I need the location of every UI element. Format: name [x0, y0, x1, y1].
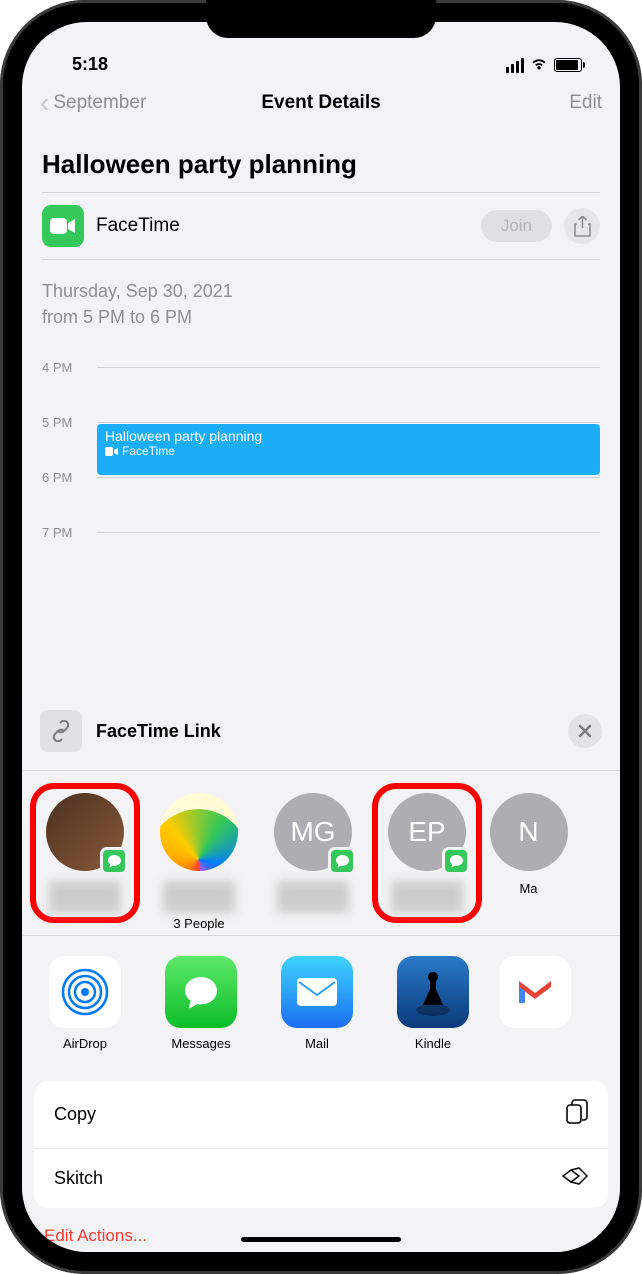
edit-button[interactable]: Edit [569, 92, 602, 114]
contact-name-hidden [163, 881, 235, 913]
video-icon [105, 447, 118, 456]
device-frame: 5:18 ‹ September Event Details Edit Hall… [0, 0, 642, 1274]
app-airdrop[interactable]: AirDrop [46, 956, 124, 1051]
skitch-icon [562, 1167, 588, 1190]
contact-suggestion[interactable]: MG [268, 793, 358, 913]
apps-row[interactable]: AirDrop Messages Mail [22, 936, 620, 1075]
actions-panel: Copy Skitch [34, 1081, 608, 1208]
facetime-label: FaceTime [96, 215, 469, 237]
edit-actions-link[interactable]: Edit Actions... [22, 1208, 620, 1252]
mail-icon [281, 956, 353, 1028]
messages-badge-icon [328, 847, 356, 875]
contact-suggestion[interactable]: EP [382, 793, 472, 913]
close-button[interactable] [568, 714, 602, 748]
screen: 5:18 ‹ September Event Details Edit Hall… [22, 22, 620, 1252]
facetime-icon [42, 205, 84, 247]
facetime-row[interactable]: FaceTime Join [22, 193, 620, 259]
calendar-event-block[interactable]: Halloween party planning FaceTime [97, 424, 600, 475]
close-icon [578, 724, 592, 738]
cellular-signal-icon [506, 58, 524, 73]
battery-icon [554, 58, 582, 72]
messages-badge-icon [100, 847, 128, 875]
app-label: Messages [171, 1036, 230, 1051]
share-sheet: FaceTime Link [22, 688, 620, 1252]
app-more[interactable] [510, 956, 530, 1051]
airdrop-icon [49, 956, 121, 1028]
app-messages[interactable]: Messages [162, 956, 240, 1051]
share-button[interactable] [564, 208, 600, 244]
copy-action[interactable]: Copy [34, 1081, 608, 1148]
navigation-bar: ‹ September Event Details Edit [22, 77, 620, 129]
contact-avatar [160, 793, 238, 871]
timeline[interactable]: 4 PM 5 PM Halloween party planning FaceT… [22, 360, 620, 600]
event-title: Halloween party planning [22, 129, 620, 192]
back-button[interactable]: ‹ September [40, 89, 146, 117]
app-label: AirDrop [63, 1036, 107, 1051]
nav-title: Event Details [261, 92, 380, 114]
link-icon [40, 710, 82, 752]
contact-avatar: N [490, 793, 568, 871]
skitch-action[interactable]: Skitch [34, 1149, 608, 1208]
share-icon [574, 216, 591, 237]
contact-name [49, 881, 121, 913]
time-label: 7 PM [42, 525, 92, 540]
app-icon [499, 956, 571, 1028]
contact-name: 3 People [154, 916, 244, 931]
contacts-row[interactable]: 3 People MG EP [22, 771, 620, 935]
copy-icon [566, 1099, 588, 1130]
sheet-title: FaceTime Link [96, 721, 554, 742]
status-bar: 5:18 [22, 22, 620, 77]
messages-badge-icon [442, 847, 470, 875]
app-kindle[interactable]: Kindle [394, 956, 472, 1051]
event-date-info: Thursday, Sep 30, 2021 from 5 PM to 6 PM [22, 260, 620, 360]
time-label: 5 PM [42, 415, 92, 430]
time-label: 6 PM [42, 470, 92, 485]
app-label: Mail [305, 1036, 329, 1051]
messages-icon [165, 956, 237, 1028]
chevron-left-icon: ‹ [40, 89, 49, 117]
contact-avatar: EP [388, 793, 466, 871]
app-label: Kindle [415, 1036, 451, 1051]
kindle-icon [397, 956, 469, 1028]
app-mail[interactable]: Mail [278, 956, 356, 1051]
status-time: 5:18 [72, 54, 108, 75]
home-indicator[interactable] [241, 1237, 401, 1242]
contact-suggestion[interactable] [40, 793, 130, 913]
messages-badge-icon [214, 847, 238, 871]
time-label: 4 PM [42, 360, 92, 375]
contact-name [277, 881, 349, 913]
contact-name: Ma [509, 881, 549, 896]
join-button[interactable]: Join [481, 210, 552, 242]
wifi-icon [530, 55, 548, 75]
contact-avatar [46, 793, 124, 871]
contact-avatar: MG [274, 793, 352, 871]
contact-name [391, 881, 463, 913]
contact-suggestion[interactable]: N Ma [496, 793, 536, 913]
contact-suggestion[interactable]: 3 People [154, 793, 244, 913]
